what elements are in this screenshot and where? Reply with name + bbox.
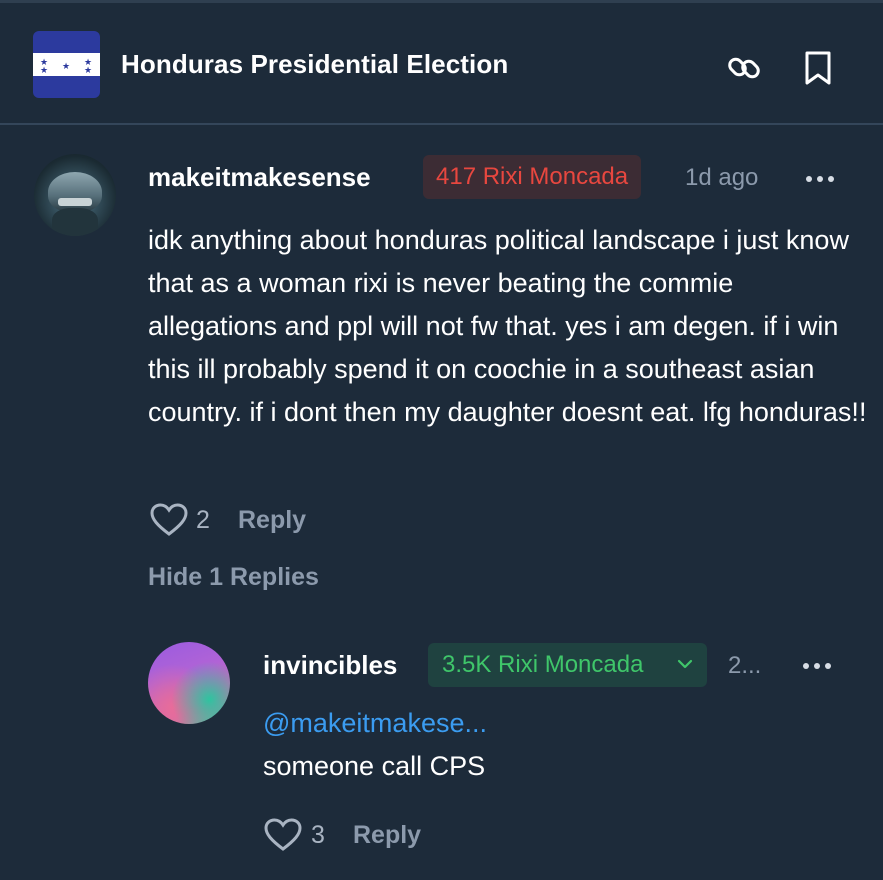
reply-button[interactable]: Reply [238, 506, 306, 535]
reply-username[interactable]: invincibles [263, 650, 397, 681]
like-heart-icon[interactable] [150, 503, 188, 537]
reply-timestamp: 2... [728, 652, 762, 679]
position-badge: 417 Rixi Moncada [423, 155, 642, 199]
reply-user-avatar[interactable] [148, 642, 230, 724]
reply-body: someone call CPS [263, 751, 486, 781]
comment-username[interactable]: makeitmakesense [148, 162, 371, 193]
reply-like-heart-icon[interactable] [264, 818, 302, 852]
more-options-icon[interactable] [806, 176, 838, 184]
market-title[interactable]: Honduras Presidential Election [121, 49, 508, 80]
reply-like-count: 3 [311, 821, 325, 849]
reply-reply-button[interactable]: Reply [353, 821, 421, 850]
reply-more-options-icon[interactable] [803, 663, 835, 671]
chevron-down-icon [677, 659, 693, 669]
like-count: 2 [196, 506, 210, 534]
hide-replies-button[interactable]: Hide 1 Replies [148, 563, 319, 592]
honduras-flag-icon: ★ ★ ★ ★ ★ [33, 31, 100, 98]
bookmark-icon[interactable] [798, 48, 838, 88]
comment-body: idk anything about honduras political la… [148, 225, 867, 427]
market-header: ★ ★ ★ ★ ★ Honduras Presidential Election [0, 3, 883, 125]
reply-mention-link[interactable]: @makeitmakese... [263, 708, 487, 739]
reply-position-label: 3.5K Rixi Moncada [442, 651, 644, 678]
reply-position-badge[interactable]: 3.5K Rixi Moncada [428, 643, 707, 687]
comment-timestamp: 1d ago [685, 164, 759, 191]
user-avatar[interactable] [34, 154, 116, 236]
link-icon[interactable] [724, 48, 764, 88]
